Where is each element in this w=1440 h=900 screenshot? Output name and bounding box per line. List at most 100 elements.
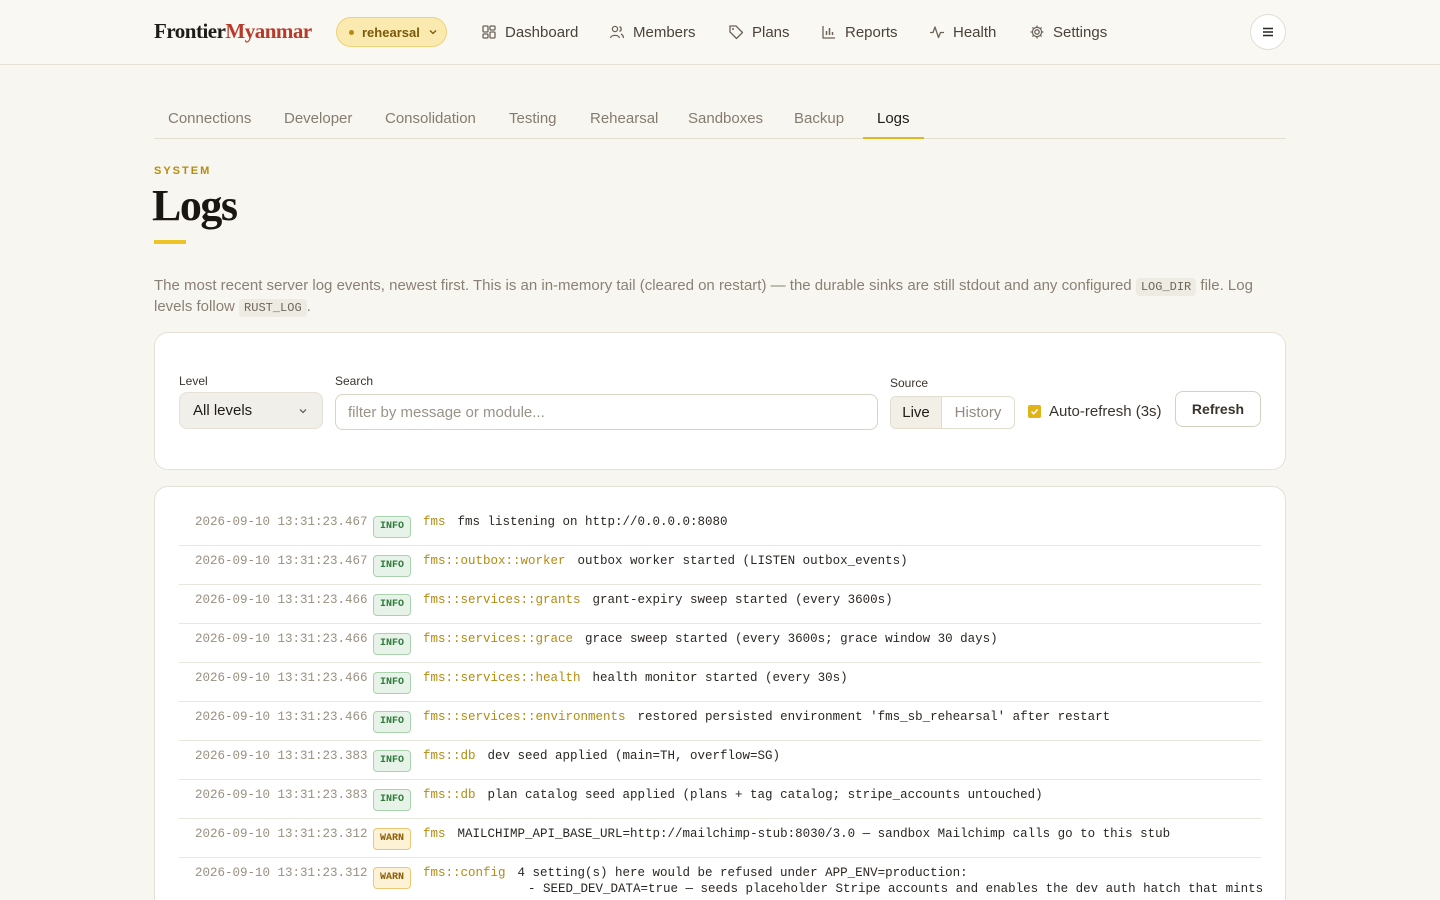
top-navbar: FrontierMyanmar rehearsal Dashboard Memb… xyxy=(0,0,1440,65)
nav-plans-label: Plans xyxy=(752,23,790,41)
tab-connections[interactable]: Connections xyxy=(154,101,265,139)
source-label: Source xyxy=(890,376,929,390)
log-timestamp: 2026-09-10 13:31:23.466 xyxy=(195,710,368,724)
level-badge-warn: WARN xyxy=(373,828,411,850)
nav-members-label: Members xyxy=(633,23,696,41)
tab-testing[interactable]: Testing xyxy=(495,101,571,139)
auto-refresh-label: Auto-refresh (3s) xyxy=(1049,403,1162,420)
log-message: 4 setting(s) here would be refused under… xyxy=(517,866,968,880)
members-icon xyxy=(609,25,625,39)
log-module: fms::services::environments xyxy=(423,710,626,724)
brand-name-part1: Frontier xyxy=(154,19,226,43)
description-text-3: . xyxy=(306,298,311,315)
page-description: The most recent server log events, newes… xyxy=(154,276,1286,318)
log-row: 2026-09-10 13:31:23.467 INFO fms fms list… xyxy=(179,507,1261,546)
nav-reports-label: Reports xyxy=(845,23,898,41)
log-timestamp: 2026-09-10 13:31:23.466 xyxy=(195,632,368,646)
level-badge-info: INFO xyxy=(373,594,411,616)
level-select-value: All levels xyxy=(193,402,253,419)
log-message: restored persisted environment 'fms_sb_r… xyxy=(637,710,1111,724)
brand-name-part2: Myanmar xyxy=(225,19,312,43)
log-message: fms listening on http://0.0.0.0:8080 xyxy=(457,515,728,529)
environment-switcher[interactable]: rehearsal xyxy=(336,17,447,47)
log-module: fms::services::grace xyxy=(423,632,574,646)
level-select[interactable]: All levels xyxy=(179,392,323,429)
log-module: fms::outbox::worker xyxy=(423,554,566,568)
tab-rehearsal[interactable]: Rehearsal xyxy=(576,101,672,139)
log-message-continuation: - SEED_DEV_DATA=true — seeds placeholder… xyxy=(528,882,1264,896)
nav-settings-label: Settings xyxy=(1053,23,1108,41)
log-message: grace sweep started (every 3600s; grace … xyxy=(585,632,998,646)
brand-logo[interactable]: FrontierMyanmar xyxy=(154,19,312,44)
log-message: outbox worker started (LISTEN outbox_eve… xyxy=(577,554,908,568)
level-badge-warn: WARN xyxy=(373,867,411,889)
pulse-icon xyxy=(930,26,944,39)
check-icon xyxy=(1031,408,1039,415)
source-live-button[interactable]: Live xyxy=(891,397,942,428)
log-message: plan catalog seed applied (plans + tag c… xyxy=(487,788,1043,802)
source-toggle: Live History xyxy=(890,396,1015,429)
hamburger-icon xyxy=(1263,27,1273,37)
auto-refresh-toggle[interactable]: Auto-refresh (3s) xyxy=(1028,403,1162,420)
level-badge-info: INFO xyxy=(373,750,411,772)
source-history-button[interactable]: History xyxy=(942,397,1014,428)
log-message: grant-expiry sweep started (every 3600s) xyxy=(592,593,893,607)
log-message: health monitor started (every 30s) xyxy=(592,671,848,685)
refresh-button[interactable]: Refresh xyxy=(1175,391,1261,427)
gear-icon xyxy=(1030,25,1044,39)
nav-reports[interactable]: Reports xyxy=(821,20,898,44)
level-badge-info: INFO xyxy=(373,711,411,733)
nav-dashboard[interactable]: Dashboard xyxy=(481,20,578,44)
log-module: fms::db xyxy=(423,749,476,763)
log-row: 2026-09-10 13:31:23.466 INFO fms::servic… xyxy=(179,702,1261,741)
log-timestamp: 2026-09-10 13:31:23.383 xyxy=(195,749,368,763)
system-tabs: Connections Developer Consolidation Test… xyxy=(154,101,1286,139)
page-title: Logs xyxy=(152,181,238,230)
log-row: 2026-09-10 13:31:23.466 INFO fms::servic… xyxy=(179,624,1261,663)
log-message: dev seed applied (main=TH, overflow=SG) xyxy=(487,749,781,763)
dashboard-icon xyxy=(482,25,496,39)
nav-settings[interactable]: Settings xyxy=(1029,20,1107,44)
level-badge-info: INFO xyxy=(373,555,411,577)
search-label: Search xyxy=(335,374,374,388)
title-underline xyxy=(154,240,186,244)
nav-health[interactable]: Health xyxy=(929,20,996,44)
tab-developer[interactable]: Developer xyxy=(270,101,366,139)
log-row: 2026-09-10 13:31:23.383 INFO fms::db dev … xyxy=(179,741,1261,780)
log-row: 2026-09-10 13:31:23.467 INFO fms::outbox… xyxy=(179,546,1261,585)
search-input[interactable] xyxy=(335,394,878,430)
log-timestamp: 2026-09-10 13:31:23.383 xyxy=(195,788,368,802)
log-module: fms::services::health xyxy=(423,671,581,685)
tab-consolidation[interactable]: Consolidation xyxy=(371,101,490,139)
log-timestamp: 2026-09-10 13:31:23.312 xyxy=(195,827,368,841)
log-timestamp: 2026-09-10 13:31:23.312 xyxy=(195,866,368,880)
log-module: fms::config xyxy=(423,866,506,880)
environment-dot-icon xyxy=(349,29,354,35)
chevron-down-icon xyxy=(299,409,307,414)
tab-logs[interactable]: Logs xyxy=(863,101,924,139)
chevron-down-icon xyxy=(429,30,437,35)
tab-backup[interactable]: Backup xyxy=(780,101,858,139)
bar-chart-icon xyxy=(822,26,835,39)
level-label: Level xyxy=(179,374,208,388)
log-row: 2026-09-10 13:31:23.466 INFO fms::servic… xyxy=(179,585,1261,624)
menu-button[interactable] xyxy=(1250,14,1286,50)
level-badge-info: INFO xyxy=(373,789,411,811)
level-badge-info: INFO xyxy=(373,633,411,655)
description-text-1: The most recent server log events, newes… xyxy=(154,277,1136,294)
log-timestamp: 2026-09-10 13:31:23.466 xyxy=(195,671,368,685)
log-timestamp: 2026-09-10 13:31:23.467 xyxy=(195,554,368,568)
tab-sandboxes[interactable]: Sandboxes xyxy=(674,101,777,139)
log-timestamp: 2026-09-10 13:31:23.466 xyxy=(195,593,368,607)
nav-members[interactable]: Members xyxy=(609,20,696,44)
log-row: 2026-09-10 13:31:23.312 WARN fms MAILCHIM… xyxy=(179,819,1261,858)
log-module: fms xyxy=(423,515,446,529)
section-eyebrow: SYSTEM xyxy=(154,165,212,177)
nav-plans[interactable]: Plans xyxy=(728,20,790,44)
auto-refresh-checkbox[interactable] xyxy=(1028,405,1041,418)
log-module: fms xyxy=(423,827,446,841)
log-row: 2026-09-10 13:31:23.312 WARN fms::config… xyxy=(179,858,1264,900)
log-module: fms::db xyxy=(423,788,476,802)
log-module: fms::services::grants xyxy=(423,593,581,607)
log-dir-code: LOG_DIR xyxy=(1135,278,1197,296)
